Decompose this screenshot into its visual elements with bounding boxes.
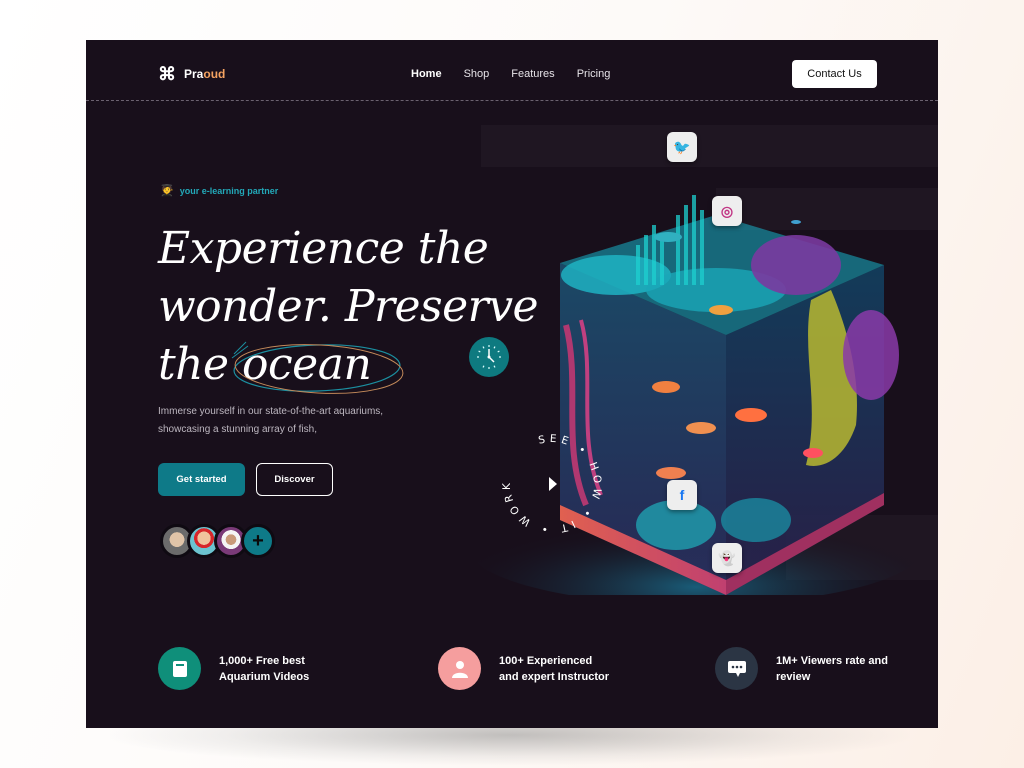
tagline-text: your e-learning partner <box>179 185 279 196</box>
discover-button[interactable]: Discover <box>256 463 333 496</box>
logo-text: Praoud <box>184 67 225 81</box>
book-icon <box>158 647 201 690</box>
plus-icon: + <box>252 529 264 552</box>
instagram-icon: ◎ <box>720 202 734 219</box>
avatar-group: + <box>160 524 275 558</box>
stat-reviews: 1M+ Viewers rate and review <box>715 647 938 690</box>
facebook-button[interactable]: f <box>667 480 697 510</box>
stat-videos-line2: Aquarium Videos <box>219 670 310 683</box>
logo[interactable]: ⌘ Praoud <box>158 64 225 84</box>
stat-reviews-line2: review <box>776 670 811 683</box>
nav-features[interactable]: Features <box>511 68 554 80</box>
hero-subtitle: Immerse yourself in our state-of-the-art… <box>158 406 384 435</box>
nav-home[interactable]: Home <box>411 68 442 80</box>
nav-shop[interactable]: Shop <box>464 68 490 80</box>
instagram-button[interactable]: ◎ <box>712 196 742 226</box>
snapchat-button[interactable]: 👻 <box>712 543 742 573</box>
stat-reviews-text: 1M+ Viewers rate and review <box>776 653 938 685</box>
stat-videos-line1: 1,000+ Free best <box>219 654 305 667</box>
get-started-button[interactable]: Get started <box>158 463 245 496</box>
facebook-icon: f <box>679 487 685 503</box>
stat-instructors: 100+ Experienced and expert Instructor <box>438 647 679 690</box>
nav-divider <box>86 100 938 101</box>
stat-instructors-text: 100+ Experienced and expert Instructor <box>499 653 679 685</box>
headline-highlight: ocean <box>231 336 404 394</box>
user-icon <box>438 647 481 690</box>
headline-highlight-text: ocean <box>242 339 372 390</box>
landing-page: ⌘ Praoud Home Shop Features Pricing Cont… <box>86 40 938 728</box>
contact-us-button[interactable]: Contact Us <box>792 60 877 88</box>
see-how-it-works-button[interactable]: SEE • HOW • IT • WORKS • <box>496 428 608 540</box>
play-icon <box>549 477 557 491</box>
snapchat-icon: 👻 <box>718 549 736 566</box>
command-icon: ⌘ <box>158 64 176 84</box>
graduate-emoji-icon: 🧑‍🎓 <box>160 185 174 197</box>
twitter-button[interactable]: 🐦 <box>667 132 697 162</box>
stat-videos: 1,000+ Free best Aquarium Videos <box>158 647 399 690</box>
tagline: 🧑‍🎓 your e-learning partner <box>160 184 278 197</box>
twitter-icon: 🐦 <box>673 138 691 155</box>
stat-instructors-line2: and expert Instructor <box>499 670 610 683</box>
chat-icon <box>715 647 758 690</box>
nav-links: Home Shop Features Pricing <box>411 68 610 80</box>
add-avatar-button[interactable]: + <box>241 524 275 558</box>
logo-text-accent: oud <box>203 67 226 81</box>
stat-instructors-line1: 100+ Experienced <box>499 654 593 667</box>
logo-text-prefix: Pra <box>184 67 204 81</box>
stat-reviews-line1: 1M+ Viewers rate and <box>776 654 888 667</box>
nav-pricing[interactable]: Pricing <box>577 68 611 80</box>
headline-line-3-prefix: the <box>158 339 243 390</box>
navbar: ⌘ Praoud Home Shop Features Pricing Cont… <box>86 40 938 102</box>
stat-videos-text: 1,000+ Free best Aquarium Videos <box>219 653 399 685</box>
